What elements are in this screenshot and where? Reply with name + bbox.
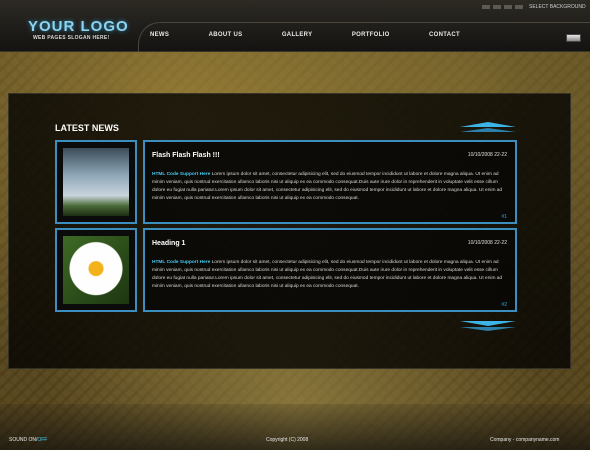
flower-image	[63, 236, 129, 304]
nav-item-gallery[interactable]: GALLERY	[282, 32, 313, 38]
scroll-up-icon[interactable]	[460, 128, 516, 132]
news-number: #2	[501, 302, 507, 308]
nav-item-contact[interactable]: CONTACT	[429, 32, 460, 38]
nav-item-news[interactable]: NEWS	[150, 32, 169, 38]
news-body: HTML Code Support Here Lorem ipsum dolor…	[152, 171, 508, 203]
slogan: WEB PAGES SLOGAN HERE!	[33, 35, 110, 41]
header-toggle-button[interactable]	[566, 34, 581, 42]
main-nav: NEWS ABOUT US GALLERY PORTFOLIO CONTACT	[150, 32, 460, 38]
news-body: HTML Code Support Here Lorem ipsum dolor…	[152, 259, 508, 291]
news-thumbnail[interactable]	[55, 140, 137, 224]
news-date: 10/10/2008 22-22	[467, 240, 507, 246]
html-support-label: HTML Code Support Here	[152, 260, 211, 265]
scroll-down-icon[interactable]	[460, 327, 516, 331]
news-item: Heading 1 10/10/2008 22-22 HTML Code Sup…	[143, 228, 517, 312]
background-swatch[interactable]	[493, 5, 501, 9]
nav-item-about-us[interactable]: ABOUT US	[209, 32, 243, 38]
scroll-up-icon[interactable]	[460, 122, 516, 127]
section-title: LATEST NEWS	[55, 123, 119, 133]
news-thumbnail[interactable]	[55, 228, 137, 312]
page: YOUR LOGO WEB PAGES SLOGAN HERE! SELECT …	[0, 0, 590, 450]
select-background-label[interactable]: SELECT BACKGROUND	[529, 4, 586, 10]
sound-on-label[interactable]: SOUND ON/	[9, 437, 37, 443]
sound-off-label[interactable]: OFF	[37, 437, 47, 443]
copyright-text: Copyright (C) 2008	[266, 437, 309, 443]
news-number: #1	[501, 214, 507, 220]
news-item: Flash Flash Flash !!! 10/10/2008 22-22 H…	[143, 140, 517, 224]
sound-toggle[interactable]: SOUND ON/OFF	[9, 437, 47, 443]
nav-item-portfolio[interactable]: PORTFOLIO	[352, 32, 390, 38]
logo[interactable]: YOUR LOGO	[28, 18, 129, 35]
background-swatch[interactable]	[515, 5, 523, 9]
footer-bar	[0, 404, 590, 450]
background-selector: SELECT BACKGROUND	[482, 4, 586, 10]
background-swatch[interactable]	[504, 5, 512, 9]
html-support-label: HTML Code Support Here	[152, 172, 211, 177]
scroll-down-icon[interactable]	[460, 321, 516, 326]
background-swatch[interactable]	[482, 5, 490, 9]
news-title[interactable]: Flash Flash Flash !!!	[152, 152, 220, 159]
news-title[interactable]: Heading 1	[152, 240, 185, 247]
building-image	[63, 148, 129, 216]
news-date: 10/10/2008 22-22	[467, 152, 507, 158]
company-text: Company - companyname.com	[490, 437, 560, 443]
